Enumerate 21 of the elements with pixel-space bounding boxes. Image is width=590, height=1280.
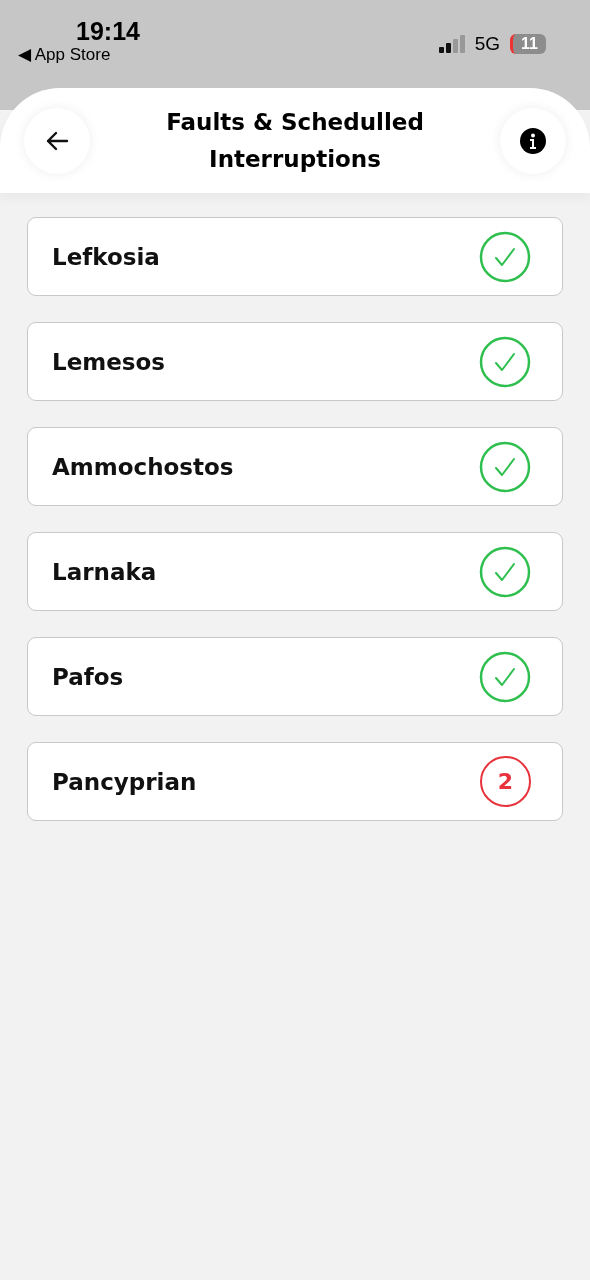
arrow-left-icon (45, 130, 69, 151)
region-item[interactable]: Ammochostos (27, 427, 563, 506)
region-name: Ammochostos (52, 453, 234, 480)
region-item[interactable]: Pafos (27, 637, 563, 716)
region-name: Lemesos (52, 348, 165, 375)
region-item[interactable]: Lemesos (27, 322, 563, 401)
network-label: 5G (474, 33, 501, 55)
info-icon (519, 126, 547, 155)
region-name: Lefkosia (52, 243, 160, 270)
region-item[interactable]: Larnaka (27, 532, 563, 611)
region-item[interactable]: Pancyprian 2 (27, 742, 563, 821)
status-time: 19:14 (76, 17, 140, 45)
battery-indicator: 11 (510, 34, 546, 54)
region-name: Larnaka (52, 558, 157, 585)
signal-icon (438, 35, 465, 53)
back-to-app-link[interactable]: ◀ App Store (18, 45, 111, 65)
page-title: Faults & Schedulled Interruptions (165, 107, 425, 174)
region-name: Pafos (52, 663, 124, 690)
count-badge: 2 (480, 756, 531, 807)
region-item[interactable]: Lefkosia (27, 217, 563, 296)
region-name: Pancyprian (52, 768, 197, 795)
